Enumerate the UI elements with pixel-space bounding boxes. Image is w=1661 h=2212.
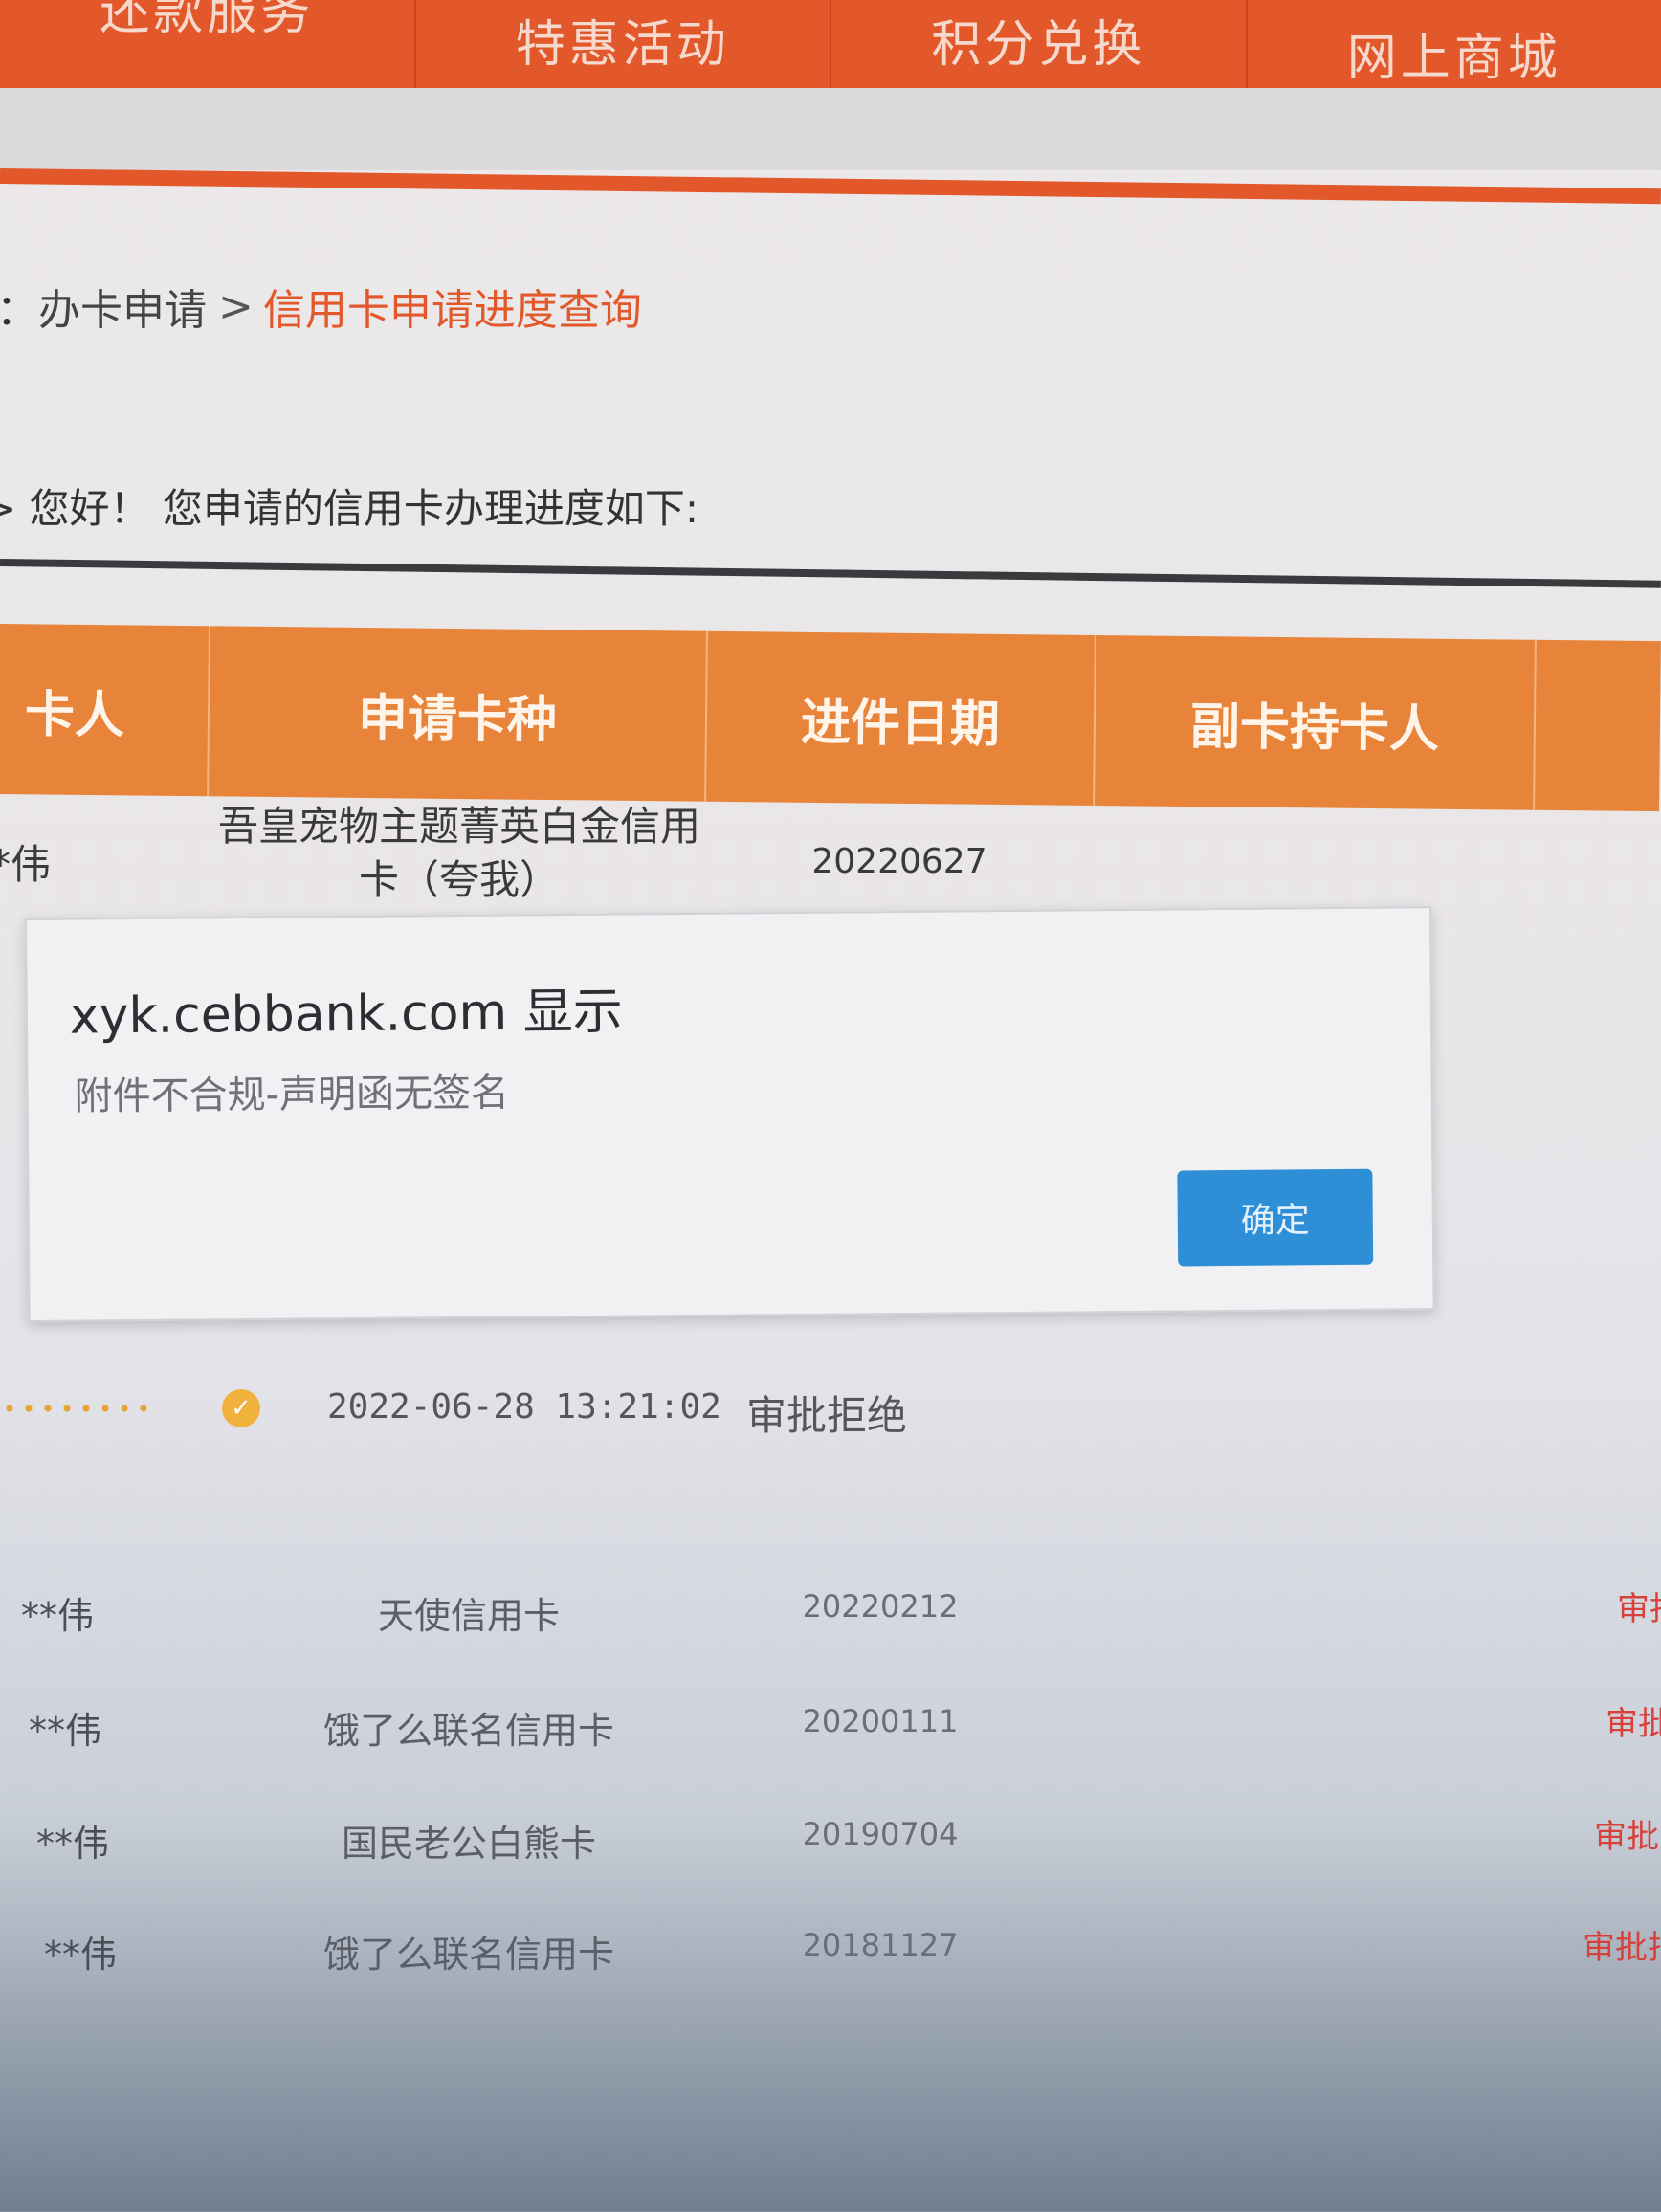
cell-cardholder-name: **伟 — [21, 1595, 95, 1637]
progress-dotted-line — [0, 1405, 153, 1412]
breadcrumb-card-application[interactable]: 办卡申请 — [38, 276, 207, 337]
cell-approval-status[interactable]: 审批 — [1594, 1810, 1661, 1857]
cell-card-type: 吾皇宠物主题菁英白金信用卡（夸我） — [217, 803, 700, 903]
breadcrumb-prefix: ： — [0, 286, 38, 335]
cell-cardholder-name: **伟 — [44, 1934, 118, 1976]
column-header-card-type: 申请卡种 — [209, 626, 708, 802]
dialog-title: xyk.cebbank.com 显示 — [69, 983, 623, 1046]
breadcrumb-current-page: 信用卡申请进度查询 — [262, 286, 642, 335]
cell-cardholder-name: *伟 — [0, 841, 52, 888]
section-divider — [0, 559, 1661, 588]
cell-card-type: 饿了么联名信用卡 — [322, 1710, 614, 1752]
cell-approval-status[interactable]: 审批 — [1617, 1582, 1661, 1629]
column-header-supplementary-holder: 副卡持卡人 — [1095, 635, 1537, 810]
cell-submission-date: 20190704 — [802, 1816, 959, 1852]
dialog-message: 附件不合规-声明函无签名 — [74, 1071, 510, 1119]
table-row: **伟 饿了么联名信用卡 20200111 审批 — [0, 1701, 1661, 1768]
nav-item-online-mall[interactable]: 网上商城 — [1248, 0, 1661, 88]
cell-submission-date: 20181127 — [802, 1927, 959, 1963]
nav-item-promotions[interactable]: 特惠活动 — [416, 0, 831, 88]
progress-greeting: > 您好！ 您申请的信用卡办理进度如下: — [0, 485, 699, 532]
alert-dialog: xyk.cebbank.com 显示 附件不合规-声明函无签名 确定 — [25, 906, 1435, 1322]
breadcrumb: ： 办卡申请 > 信用卡申请进度查询 — [0, 276, 642, 337]
cell-card-type: 饿了么联名信用卡 — [322, 1934, 614, 1976]
column-header-cardholder: 卡人 — [0, 623, 210, 797]
column-header-status — [1535, 640, 1661, 811]
application-progress: ✓ 2022-06-28 13:21:02 审批拒绝 — [0, 1378, 957, 1439]
cell-card-type: 国民老公白熊卡 — [341, 1823, 596, 1865]
column-header-submission-date: 进件日期 — [706, 630, 1096, 806]
progress-status: 审批拒绝 — [746, 1392, 908, 1439]
table-header: 卡人 申请卡种 进件日期 副卡持卡人 — [0, 623, 1661, 812]
check-circle-icon: ✓ — [222, 1389, 260, 1427]
nav-item-points-exchange[interactable]: 积分兑换 — [831, 0, 1248, 88]
cell-submission-date: 20220212 — [802, 1588, 959, 1625]
cell-cardholder-name: **伟 — [36, 1823, 110, 1865]
progress-timestamp: 2022-06-28 13:21:02 — [327, 1387, 721, 1427]
cell-cardholder-name: **伟 — [29, 1710, 102, 1752]
table-row: **伟 饿了么联名信用卡 20181127 审批拒 — [0, 1925, 1661, 1992]
accent-divider — [0, 168, 1661, 205]
top-navigation: 还款服务 特惠活动 积分兑换 网上商城 — [0, 0, 1661, 88]
nav-item-repayment[interactable]: 还款服务 — [0, 0, 416, 88]
cell-approval-status[interactable]: 审批拒 — [1583, 1921, 1661, 1968]
cell-submission-date: 20200111 — [802, 1703, 959, 1739]
cell-submission-date: 20220627 — [811, 842, 987, 881]
table-row: **伟 国民老公白熊卡 20190704 审批 — [0, 1814, 1661, 1881]
cell-approval-status[interactable]: 审批 — [1606, 1697, 1661, 1744]
breadcrumb-separator: > — [218, 281, 254, 331]
cell-card-type: 天使信用卡 — [377, 1595, 560, 1637]
table-row: **伟 天使信用卡 20220212 审批 — [0, 1586, 1661, 1653]
ok-button[interactable]: 确定 — [1177, 1168, 1374, 1267]
nav-subbar — [0, 88, 1661, 170]
